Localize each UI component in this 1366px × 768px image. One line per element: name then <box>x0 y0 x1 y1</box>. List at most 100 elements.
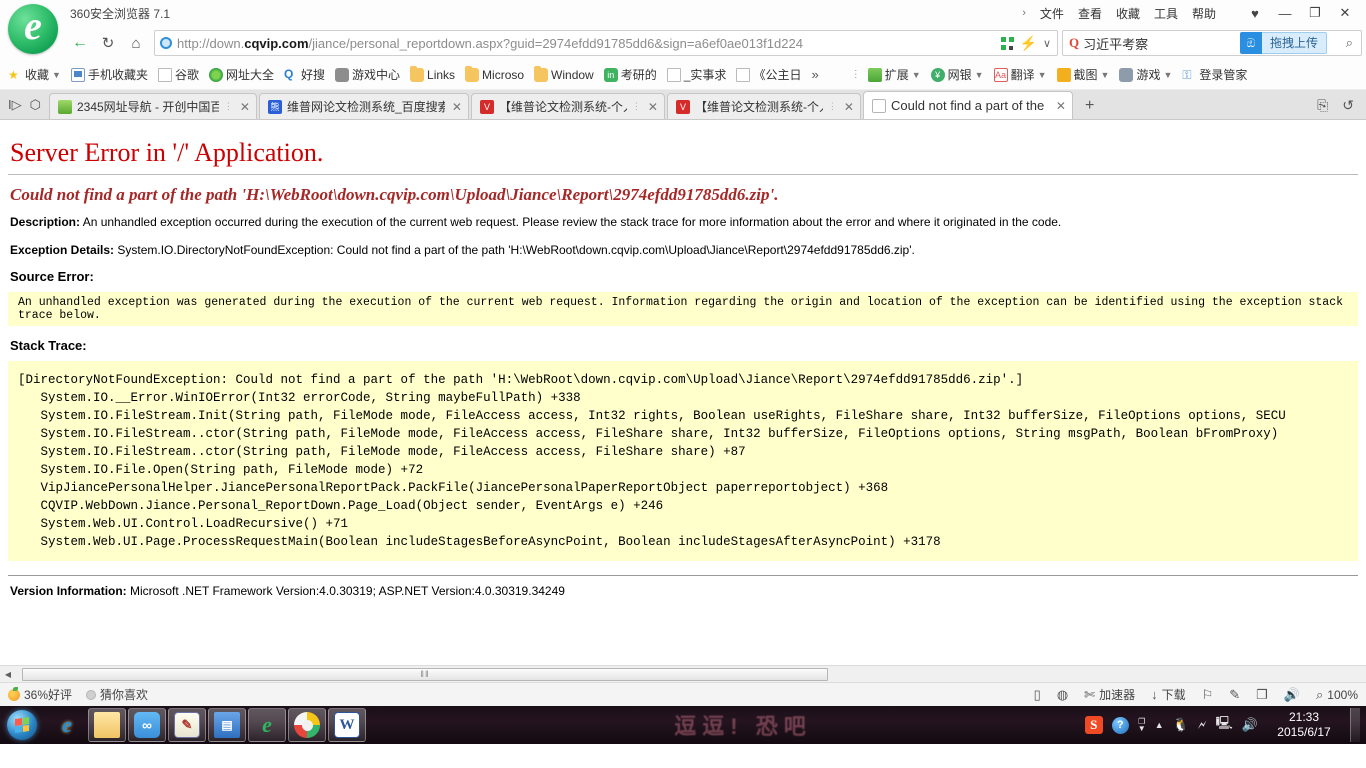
minimize-button[interactable]: — <box>1270 0 1300 26</box>
qr-code-icon[interactable] <box>1000 36 1014 50</box>
zoom-level[interactable]: ⌕ 100% <box>1316 687 1358 703</box>
bookmark-item-0[interactable]: 手机收藏夹 <box>67 64 152 85</box>
taskbar-notebook-app[interactable]: ✎ <box>168 708 206 742</box>
bookmark-item-9[interactable]: _实事求 <box>663 64 731 85</box>
taskbar-internet-explorer[interactable]: e <box>48 708 86 742</box>
phone-icon[interactable]: ▯ <box>1034 687 1041 703</box>
tool-bank[interactable]: ¥ 网银 ▼ <box>927 64 988 85</box>
maximize-button[interactable]: ❐ <box>1300 0 1330 26</box>
bookmark-item-5[interactable]: Links <box>406 65 459 84</box>
tab-3[interactable]: V 【维普论文检测系统-个人版】 ⋮ ✕ <box>666 93 861 119</box>
menu-chevron-icon[interactable]: › <box>1022 7 1026 19</box>
scrollbar-thumb[interactable]: ‖‖ <box>22 667 828 681</box>
chevron-down-icon[interactable]: ▼ <box>52 70 61 80</box>
skin-icon[interactable]: ♥ <box>1240 0 1270 26</box>
taskbar-360-safe[interactable] <box>288 708 326 742</box>
window-icon[interactable]: ❐ <box>1256 687 1268 703</box>
taskbar-360-browser[interactable]: e <box>248 708 286 742</box>
qq-icon[interactable]: 🐧 <box>1173 717 1189 733</box>
scrollbar-track[interactable]: ‖‖ <box>16 666 1366 682</box>
show-desktop-button[interactable] <box>1350 708 1360 742</box>
restore-tab-icon[interactable]: ⎘ <box>1317 97 1328 114</box>
close-button[interactable]: ✕ <box>1330 0 1360 26</box>
tab-close-icon[interactable]: ✕ <box>238 100 250 114</box>
bookmark-item-7[interactable]: Window <box>530 65 598 84</box>
sidebar-toggle-icon[interactable]: I▷ <box>8 97 22 113</box>
bookmark-label: 考研的 <box>620 68 657 82</box>
speaker-icon[interactable]: 🔊 <box>1284 687 1300 703</box>
tab-loading-dots-icon: ⋮ <box>223 101 233 111</box>
bookmark-item-10[interactable]: 《公主日 <box>732 64 805 85</box>
undo-icon[interactable]: ↺ <box>1342 97 1354 114</box>
sogou-input-icon[interactable]: S <box>1084 716 1103 734</box>
chevron-down-icon[interactable]: ∨ <box>1043 37 1051 50</box>
address-bar[interactable]: http://down.cqvip.com/jiance/personal_re… <box>154 30 1058 56</box>
chevron-down-icon[interactable]: ▼ <box>1163 70 1172 80</box>
home-icon[interactable]: ⌂ <box>122 29 150 57</box>
menu-help[interactable]: 帮助 <box>1192 5 1216 22</box>
tab-4-active[interactable]: Could not find a part of the ✕ <box>862 91 1073 119</box>
chevron-down-icon[interactable]: ▼ <box>912 70 921 80</box>
menu-favorites[interactable]: 收藏 <box>1116 5 1140 22</box>
bookmark-item-8[interactable]: in 考研的 <box>600 64 661 85</box>
tab-close-icon[interactable]: ✕ <box>450 100 462 114</box>
divider <box>8 575 1358 576</box>
show-hidden-icons-icon[interactable]: ❐ ▼ <box>1138 718 1146 733</box>
tool-extension[interactable]: 扩展 ▼ <box>864 64 925 85</box>
compass-icon[interactable]: ◍ <box>1057 687 1068 703</box>
chevron-down-icon[interactable]: ▼ <box>1038 70 1047 80</box>
tab-0[interactable]: 2345网址导航 - 开创中国百年 ⋮ ✕ <box>48 93 257 119</box>
taskbar-cloud-app[interactable]: ∞ <box>128 708 166 742</box>
menu-tools[interactable]: 工具 <box>1154 5 1178 22</box>
tool-game[interactable]: 游戏 ▼ <box>1115 64 1176 85</box>
tab-2[interactable]: V 【维普论文检测系统-个人版】 ⋮ ✕ <box>470 93 665 119</box>
bookmark-item-6[interactable]: Microso <box>461 65 528 84</box>
tab-close-icon[interactable]: ✕ <box>1054 99 1066 113</box>
expand-tray-icon[interactable]: ▲ <box>1155 720 1164 730</box>
url-text[interactable]: http://down.cqvip.com/jiance/personal_re… <box>177 36 995 51</box>
recommendation[interactable]: 猜你喜欢 <box>86 686 148 703</box>
taskbar-file-explorer[interactable] <box>88 708 126 742</box>
chevron-down-icon[interactable]: ▼ <box>975 70 984 80</box>
tab-close-icon[interactable]: ✕ <box>646 100 658 114</box>
new-window-icon[interactable]: ⬡ <box>30 97 41 113</box>
usb-device-icon[interactable]: 🗲 <box>1198 717 1207 733</box>
new-tab-button[interactable]: + <box>1075 97 1104 119</box>
bookmark-item-3[interactable]: Q 好搜 <box>280 64 329 85</box>
taskbar-media-app[interactable]: ▤ <box>208 708 246 742</box>
bookmark-item-4[interactable]: 游戏中心 <box>331 64 404 85</box>
help-icon[interactable]: ? <box>1111 716 1129 734</box>
menu-view[interactable]: 查看 <box>1078 5 1102 22</box>
back-icon[interactable]: ← <box>66 29 94 57</box>
site-rating[interactable]: 36%好评 <box>8 686 72 703</box>
tool-screenshot[interactable]: 截图 ▼ <box>1053 64 1114 85</box>
search-box[interactable]: Q 习近平考察 ඔ 拖拽上传 ⌕ <box>1062 30 1362 56</box>
search-button-icon[interactable]: ⌕ <box>1346 35 1353 51</box>
pencil-icon[interactable]: ✎ <box>1229 687 1240 703</box>
drag-upload-chip[interactable]: ඔ 拖拽上传 <box>1239 32 1327 54</box>
flag-icon[interactable]: ⚐ <box>1202 687 1214 703</box>
bookmark-item-1[interactable]: 谷歌 <box>154 64 203 85</box>
tab-1[interactable]: 熊 维普网论文检测系统_百度搜索 ✕ <box>258 93 469 119</box>
toolbar-grip[interactable]: ⋮ <box>851 69 862 80</box>
taskbar-clock[interactable]: 21:33 2015/6/17 <box>1267 710 1341 740</box>
bookmark-item-2[interactable]: 网址大全 <box>205 64 278 85</box>
tool-translate[interactable]: Aa 翻译 ▼ <box>990 64 1051 85</box>
speed-bolt-icon[interactable]: ⚡ <box>1020 35 1037 52</box>
tab-close-icon[interactable]: ✕ <box>842 100 854 114</box>
start-button[interactable] <box>2 708 42 742</box>
volume-icon[interactable]: 🔊 <box>1242 717 1258 733</box>
network-icon[interactable]: 🖳 <box>1215 714 1232 736</box>
taskbar-word[interactable]: W <box>328 708 366 742</box>
search-engine-icon[interactable]: Q <box>1069 35 1079 51</box>
horizontal-scrollbar[interactable]: ◀ ‖‖ <box>0 665 1366 682</box>
bookmarks-overflow-icon[interactable]: » <box>807 67 822 82</box>
bookmark-favorites[interactable]: ★ 收藏 ▼ <box>4 64 65 85</box>
chevron-down-icon[interactable]: ▼ <box>1101 70 1110 80</box>
tool-login-manager[interactable]: ⚿ 登录管家 <box>1178 64 1251 85</box>
scroll-left-arrow-icon[interactable]: ◀ <box>0 670 16 679</box>
downloads[interactable]: ↓ 下载 <box>1151 686 1186 703</box>
menu-file[interactable]: 文件 <box>1040 5 1064 22</box>
accelerator[interactable]: ✄ 加速器 <box>1084 686 1135 703</box>
refresh-icon[interactable]: ↻ <box>94 29 122 57</box>
